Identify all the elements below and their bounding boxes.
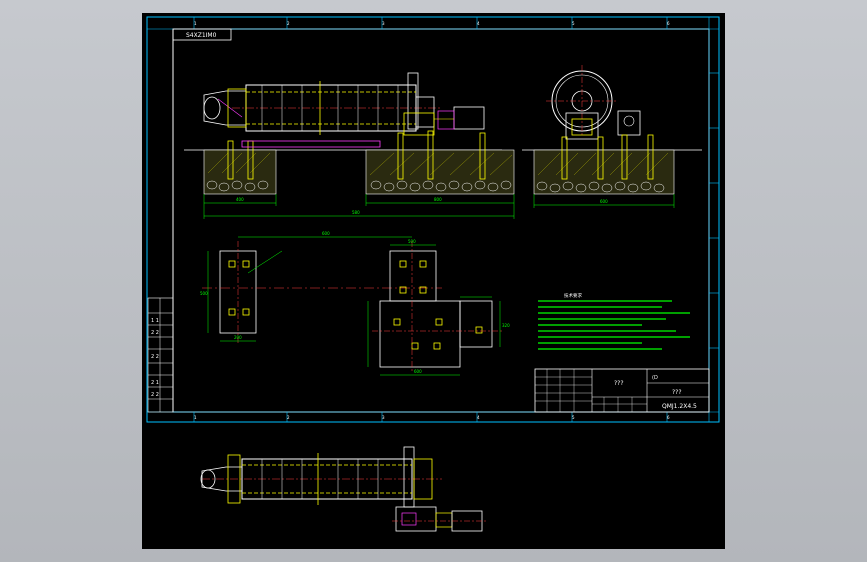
dim-front-total: 580 (352, 210, 360, 215)
revision-table: 1 1 2 2 2 2 2 1 2 2 (147, 297, 174, 413)
tech-notes-heading: 技术要求 (564, 292, 582, 299)
dim-plan-left-h: 500 (200, 291, 208, 296)
title-name-secondary: ??? (672, 389, 682, 396)
dim-front-right: 800 (434, 197, 442, 202)
zone-bottom-6: 6 (667, 415, 670, 420)
zone-top-5: 5 (572, 21, 575, 26)
front-elevation-view: 400 580 800 (184, 72, 515, 219)
title-name-primary: ??? (614, 380, 624, 387)
technical-notes: 技术要求 (538, 292, 690, 350)
corner-tag-text: S4XZ1IM0 (186, 32, 217, 39)
zone-bottom-5: 5 (572, 415, 575, 420)
revision-row-5: 2 2 (151, 392, 159, 398)
sheet-outer-frame (146, 16, 720, 423)
dim-side-total: 600 (600, 199, 608, 204)
zone-bottom-1: 1 (194, 415, 197, 420)
dim-plan-small: 200 (234, 335, 242, 340)
side-elevation-view: 600 (522, 65, 702, 208)
zone-top-6: 6 (667, 21, 670, 26)
foundation-plan-view: 600 500 500 200 600 320 (200, 231, 510, 376)
title-corner-mark: (D (652, 375, 658, 381)
revision-row-2: 2 2 (151, 330, 159, 336)
dim-plan-top: 600 (322, 231, 330, 236)
title-drawing-number: QMJ1.2X4.5 (662, 403, 697, 410)
zone-top-3: 3 (382, 21, 385, 26)
dim-plan-right: 320 (502, 323, 510, 328)
dim-front-left: 400 (236, 197, 244, 202)
revision-row-3: 2 2 (151, 354, 159, 360)
zone-bottom-2: 2 (287, 415, 290, 420)
sheet-inner-frame (172, 28, 710, 413)
zone-top-4: 4 (477, 21, 480, 26)
dim-plan-bottom: 600 (414, 369, 422, 374)
top-view-mill (200, 446, 487, 532)
drawing-svg: 1 2 3 4 5 6 1 2 3 4 5 6 S4XZ1IM0 1 1 2 2… (146, 16, 720, 532)
zone-bottom-3: 3 (382, 415, 385, 420)
dim-plan-mid: 500 (408, 239, 416, 244)
zone-top-2: 2 (287, 21, 290, 26)
cad-viewer: 1 2 3 4 5 6 1 2 3 4 5 6 S4XZ1IM0 1 1 2 2… (0, 0, 867, 562)
revision-row-1: 1 1 (151, 318, 159, 324)
zone-top-1: 1 (194, 21, 197, 26)
zone-bottom-4: 4 (477, 415, 480, 420)
revision-row-4: 2 1 (151, 380, 159, 386)
title-block: ??? (D ??? QMJ1.2X4.5 (534, 368, 710, 413)
drawing-canvas[interactable]: 1 2 3 4 5 6 1 2 3 4 5 6 S4XZ1IM0 1 1 2 2… (142, 13, 725, 549)
